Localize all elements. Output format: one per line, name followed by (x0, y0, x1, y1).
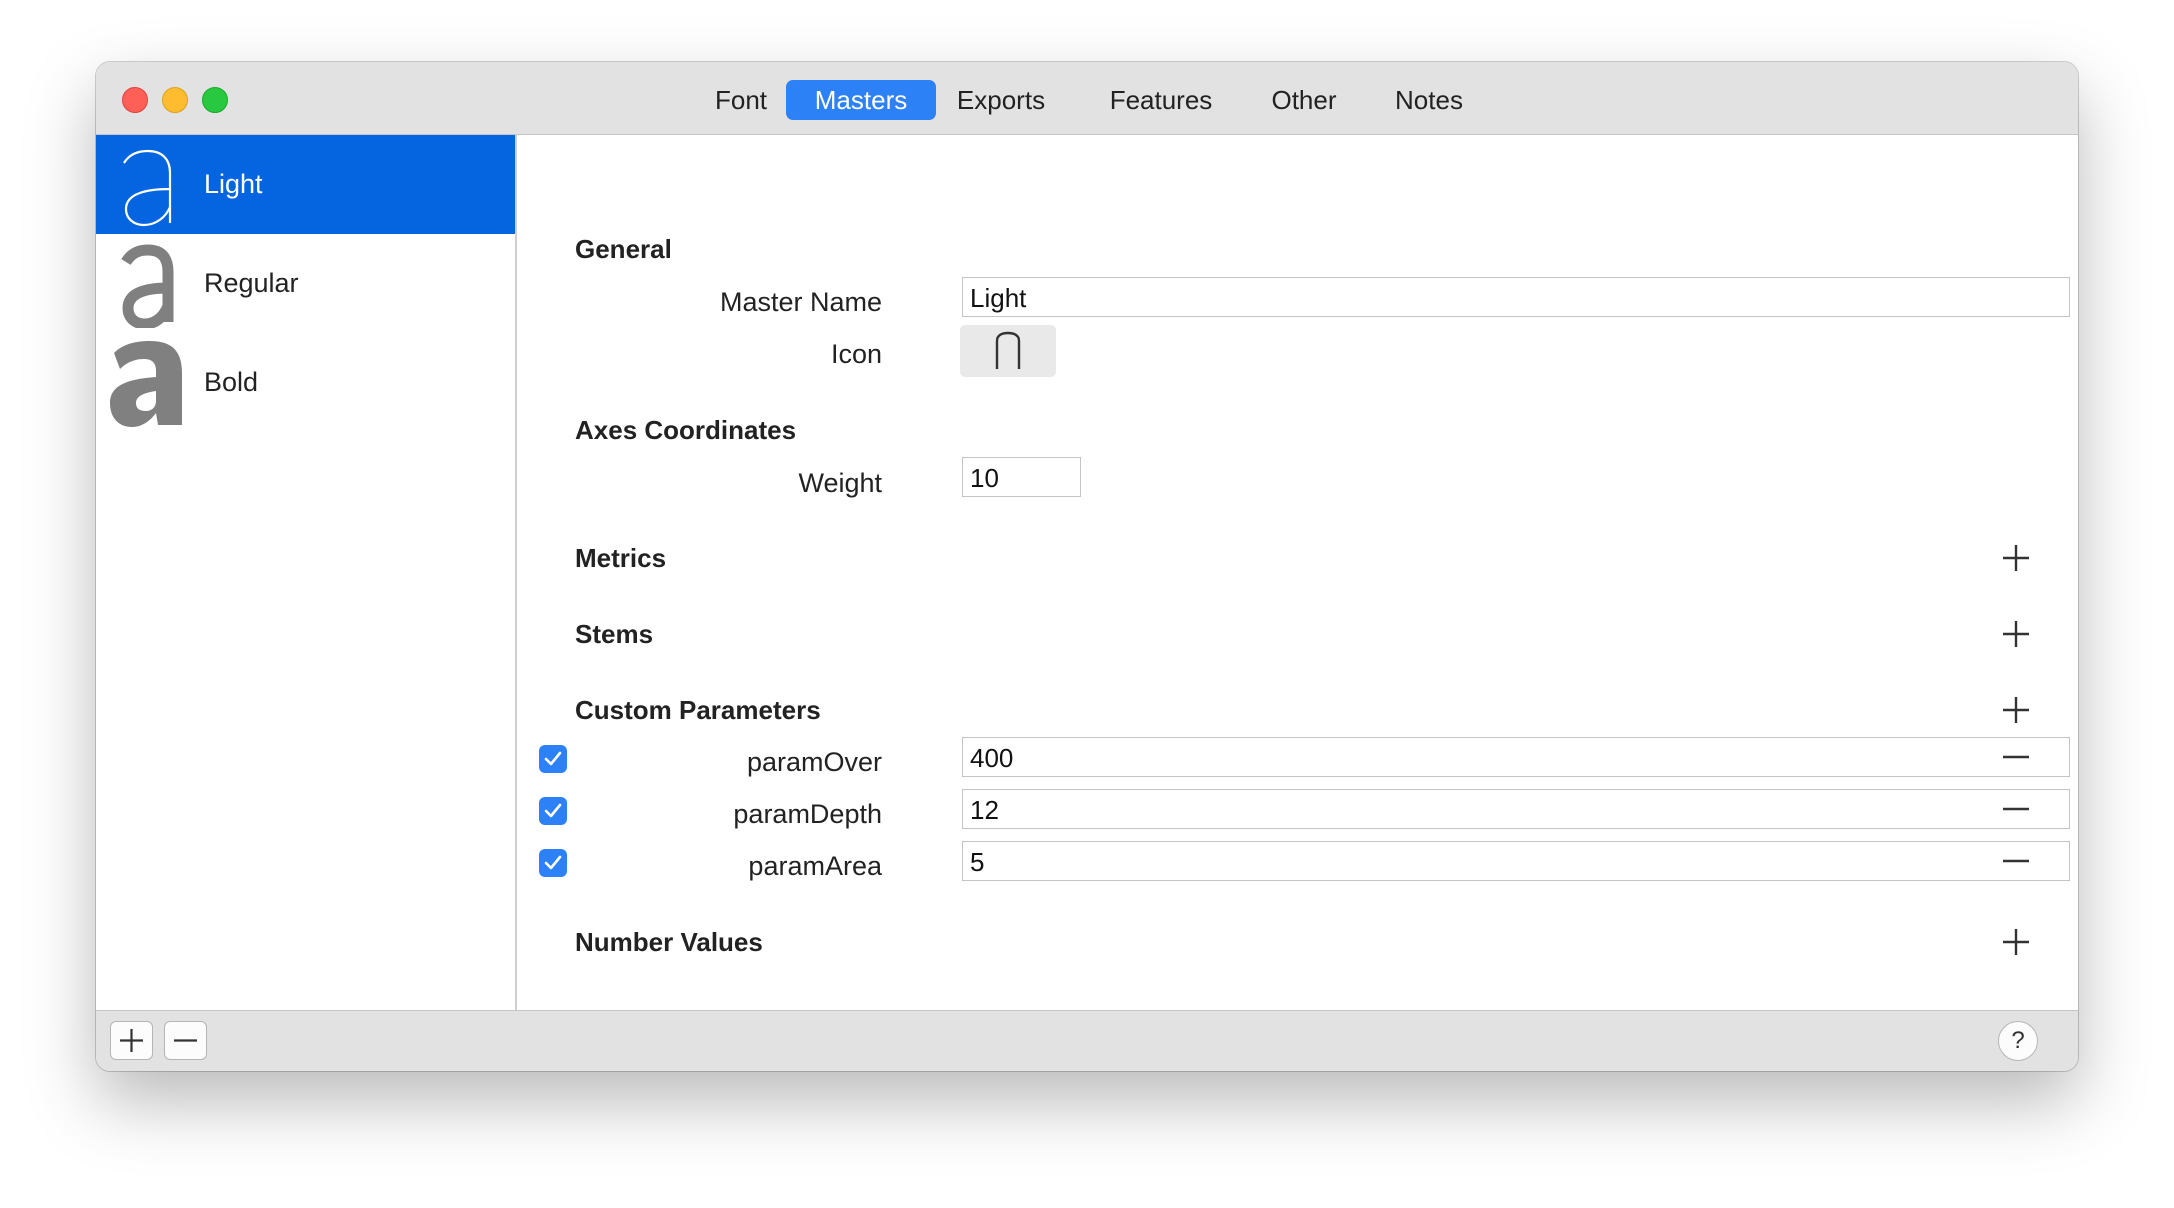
add-metric-plus-icon[interactable] (2001, 543, 2031, 573)
tab-font[interactable]: Font (696, 80, 786, 120)
tab-features[interactable]: Features (1096, 80, 1226, 120)
parameter-enabled-checkbox[interactable] (539, 745, 567, 773)
tab-other[interactable]: Other (1262, 80, 1346, 120)
remove-parameter-minus-icon[interactable] (2001, 742, 2031, 772)
bottom-toolbar: ? (96, 1010, 2078, 1071)
light-a-glyph-icon (123, 149, 172, 227)
regular-a-glyph-icon (121, 244, 174, 328)
remove-parameter-minus-icon[interactable] (2001, 794, 2031, 824)
parameter-name-label: paramArea (748, 851, 882, 881)
section-number-values-title: Number Values (575, 927, 763, 957)
master-item-label: Light (204, 169, 263, 199)
tab-bar: Font Masters Exports Features Other Note… (96, 80, 2078, 120)
checkmark-icon (544, 855, 562, 870)
master-list: Light Regular Bold (96, 135, 517, 1011)
parameter-enabled-checkbox[interactable] (539, 849, 567, 877)
parameter-value-input[interactable]: 12 (962, 789, 2070, 829)
master-item-light[interactable]: Light (96, 135, 515, 234)
minus-icon (174, 1039, 197, 1042)
section-general-title: General (575, 234, 672, 264)
title-bar: Font Masters Exports Features Other Note… (96, 62, 2078, 135)
parameter-value-input[interactable]: 5 (962, 841, 2070, 881)
parameter-enabled-checkbox[interactable] (539, 797, 567, 825)
tab-masters[interactable]: Masters (786, 80, 936, 120)
master-item-label: Regular (204, 268, 299, 298)
weight-label: Weight (798, 468, 882, 498)
section-metrics-title: Metrics (575, 543, 667, 573)
add-master-button[interactable] (110, 1021, 153, 1060)
section-custom-parameters-title: Custom Parameters (575, 695, 821, 725)
preferences-window: Font Masters Exports Features Other Note… (96, 62, 2078, 1071)
parameter-name-label: paramDepth (733, 799, 882, 829)
remove-parameter-minus-icon[interactable] (2001, 846, 2031, 876)
icon-well[interactable] (960, 325, 1056, 377)
weight-input[interactable]: 10 (962, 457, 1081, 497)
bold-a-glyph-icon (110, 341, 182, 427)
add-stem-plus-icon[interactable] (2001, 619, 2031, 649)
add-parameter-plus-icon[interactable] (2001, 695, 2031, 725)
checkmark-icon (544, 751, 562, 766)
master-name-input[interactable]: Light (962, 277, 2070, 317)
icon-label: Icon (830, 339, 882, 369)
tab-exports[interactable]: Exports (946, 80, 1056, 120)
tab-notes[interactable]: Notes (1384, 80, 1474, 120)
add-number-value-plus-icon[interactable] (2001, 927, 2031, 957)
help-button[interactable]: ? (1998, 1021, 2038, 1061)
master-item-label: Bold (204, 367, 259, 397)
section-axes-title: Axes Coordinates (575, 415, 797, 445)
master-item-bold[interactable]: Bold (96, 333, 515, 432)
master-name-label: Master Name (719, 287, 882, 317)
master-item-regular[interactable]: Regular (96, 234, 515, 333)
parameter-name-label: paramOver (746, 747, 882, 777)
checkmark-icon (544, 803, 562, 818)
remove-master-button[interactable] (164, 1021, 207, 1060)
section-stems-title: Stems (575, 619, 654, 649)
parameter-value-input[interactable]: 400 (962, 737, 2070, 777)
master-settings-panel: General Master Name Light Icon Axes Coor… (517, 135, 2078, 1011)
plus-icon (120, 1029, 143, 1052)
n-glyph-icon (995, 331, 1021, 369)
